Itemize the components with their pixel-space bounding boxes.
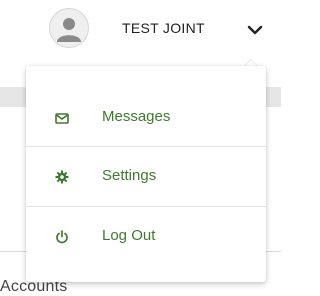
user-avatar-icon[interactable] xyxy=(49,8,89,48)
user-name[interactable]: TEST JOINT xyxy=(122,20,205,36)
envelope-icon xyxy=(55,113,69,124)
user-dropdown-menu: Messages Settings Log Out xyxy=(26,66,266,282)
menu-item-messages[interactable]: Messages xyxy=(26,88,266,148)
menu-item-label: Log Out xyxy=(102,227,156,244)
menu-item-label: Settings xyxy=(102,167,157,184)
header-bar: TEST JOINT xyxy=(0,0,281,60)
menu-item-settings[interactable]: Settings xyxy=(26,147,266,207)
menu-item-logout[interactable]: Log Out xyxy=(26,207,266,267)
menu-item-label: Messages xyxy=(102,108,171,125)
chevron-down-icon[interactable] xyxy=(247,24,263,36)
gear-icon xyxy=(55,170,69,184)
power-icon xyxy=(56,230,68,244)
